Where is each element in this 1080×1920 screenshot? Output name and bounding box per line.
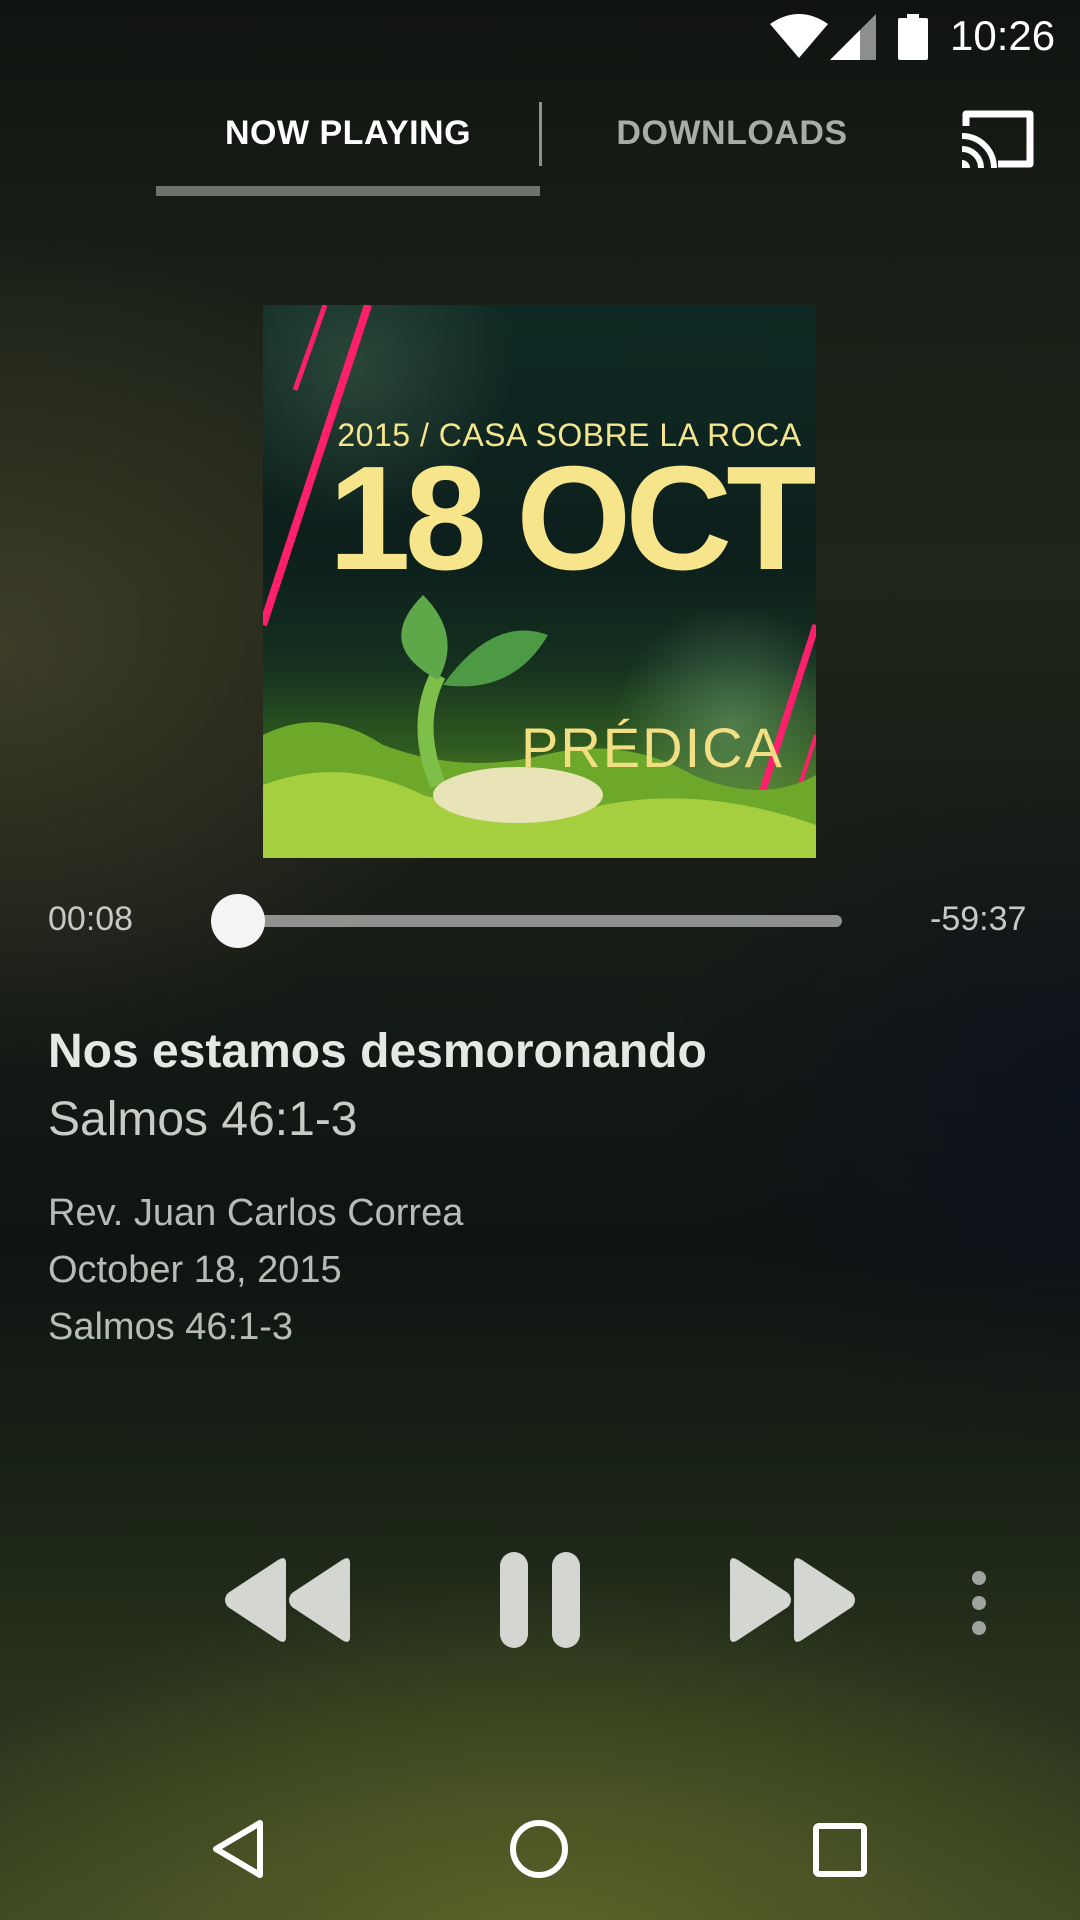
tab-indicator — [156, 186, 540, 196]
pause-icon[interactable] — [496, 1550, 584, 1650]
cast-icon[interactable] — [958, 106, 1038, 172]
tab-bar: NOW PLAYING DOWNLOADS — [0, 90, 1080, 200]
status-time: 10:26 — [950, 12, 1056, 59]
album-art-date: 18 OCT — [328, 436, 816, 601]
track-speaker: Rev. Juan Carlos Correa — [48, 1192, 464, 1234]
rewind-icon[interactable] — [222, 1555, 354, 1645]
elapsed-time: 00:08 — [48, 900, 134, 938]
track-reference: Salmos 46:1-3 — [48, 1306, 294, 1348]
more-vert-icon[interactable] — [964, 1568, 994, 1638]
tab-downloads[interactable]: DOWNLOADS — [540, 114, 924, 153]
album-art: 2015 / CASA SOBRE LA ROCA 18 OCT PRÉDICA — [263, 305, 816, 858]
status-bar: 10:26 — [0, 0, 1080, 76]
back-icon[interactable] — [210, 1818, 266, 1880]
tab-now-playing[interactable]: NOW PLAYING — [156, 114, 540, 153]
wifi-icon — [770, 14, 828, 58]
track-date: October 18, 2015 — [48, 1249, 342, 1291]
track-subtitle: Salmos 46:1-3 — [48, 1093, 358, 1146]
recent-apps-icon[interactable] — [812, 1822, 868, 1878]
album-art-label: PRÉDICA — [521, 716, 784, 779]
cell-signal-icon — [830, 14, 876, 60]
home-icon[interactable] — [508, 1818, 570, 1880]
seek-bar[interactable] — [237, 915, 842, 927]
battery-icon — [898, 14, 928, 60]
fast-forward-icon[interactable] — [726, 1555, 858, 1645]
remaining-time: -59:37 — [930, 900, 1027, 938]
track-title: Nos estamos desmoronando — [48, 1025, 707, 1078]
seek-thumb[interactable] — [211, 894, 266, 948]
